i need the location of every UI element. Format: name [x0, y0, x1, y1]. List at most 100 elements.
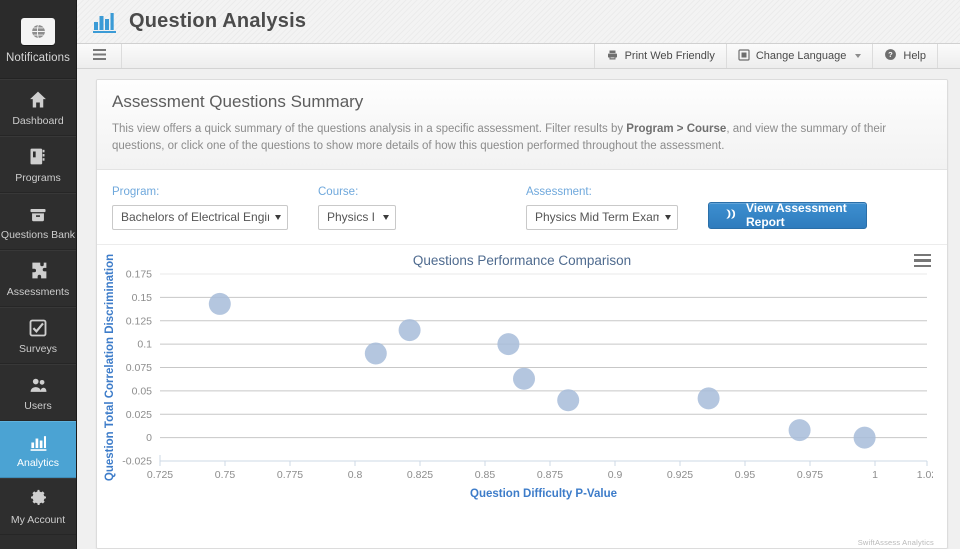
content-area: Assessment Questions Summary This view o… — [77, 69, 960, 549]
gear-icon — [28, 487, 49, 509]
chevron-down-icon — [275, 214, 281, 220]
filter-assessment: Assessment: Physics Mid Term Exam — [526, 186, 678, 230]
filter-course-label: Course: — [318, 185, 359, 198]
chevron-down-icon — [383, 214, 389, 220]
svg-text:0.125: 0.125 — [126, 315, 152, 327]
change-language-label: Change Language — [755, 50, 847, 62]
svg-text:1: 1 — [872, 469, 878, 481]
page-title: Question Analysis — [129, 10, 307, 32]
svg-text:-0.025: -0.025 — [122, 455, 152, 467]
svg-text:Question Total Correlation Dis: Question Total Correlation Discriminatio… — [104, 253, 116, 480]
bar-chart-icon — [28, 430, 49, 452]
assessment-select-value: Physics Mid Term Exam — [535, 210, 659, 224]
svg-text:1.02: 1.02 — [917, 469, 933, 481]
chart-panel: Questions Performance Comparison -0.025 0… — [97, 244, 947, 548]
checkbox-icon — [28, 316, 48, 338]
toolbar-spacer — [122, 44, 595, 68]
filter-program: Program: Bachelors of Electrical Engine — [112, 186, 288, 230]
app-header: Question Analysis — [77, 0, 960, 44]
globe-icon[interactable] — [21, 18, 55, 45]
sidebar-item-label: Surveys — [19, 343, 57, 355]
course-select[interactable]: Physics I — [318, 204, 396, 230]
print-web-friendly-label: Print Web Friendly — [624, 50, 715, 62]
sidebar: Notifications Dashboard Programs Questio… — [0, 0, 77, 549]
card-description: This view offers a quick summary of the … — [112, 121, 932, 156]
svg-text:0.825: 0.825 — [407, 469, 433, 481]
card-description-part1: This view offers a quick summary of the … — [112, 123, 627, 135]
svg-text:0.85: 0.85 — [475, 469, 496, 481]
sidebar-item-label: Users — [24, 400, 52, 412]
home-icon — [27, 88, 49, 110]
filter-course: Course: Physics I — [318, 186, 396, 230]
sidebar-item-label: Analytics — [16, 457, 59, 469]
course-select-value: Physics I — [327, 210, 376, 224]
svg-text:0.925: 0.925 — [667, 469, 693, 481]
question-circle-icon: ? — [884, 48, 897, 64]
chevron-down-icon — [855, 54, 862, 58]
svg-text:?: ? — [889, 50, 894, 59]
sidebar-item-label: Dashboard — [12, 115, 64, 127]
toolbar-end — [938, 44, 960, 68]
svg-text:0.1: 0.1 — [137, 338, 152, 350]
sidebar-item-dashboard[interactable]: Dashboard — [0, 79, 76, 136]
help-button[interactable]: ? Help — [873, 44, 938, 68]
change-language-button[interactable]: Change Language — [727, 44, 874, 68]
sidebar-item-surveys[interactable]: Surveys — [0, 307, 76, 364]
app-root: Notifications Dashboard Programs Questio… — [0, 0, 960, 549]
svg-text:0.95: 0.95 — [735, 469, 756, 481]
filter-program-label: Program: — [112, 185, 160, 198]
sidebar-notifications-label: Notifications — [6, 52, 70, 64]
view-assessment-report-button[interactable]: View Assessment Report — [708, 201, 867, 229]
users-icon — [27, 373, 50, 395]
svg-text:0.075: 0.075 — [126, 362, 152, 374]
sidebar-item-label: Questions Bank — [0, 229, 76, 241]
svg-text:0.975: 0.975 — [797, 469, 823, 481]
svg-text:0.875: 0.875 — [537, 469, 563, 481]
svg-text:0.15: 0.15 — [132, 291, 153, 303]
svg-text:0.8: 0.8 — [348, 469, 363, 481]
main-area: Question Analysis Print Web Friendly Cha… — [77, 0, 960, 549]
svg-text:0.75: 0.75 — [215, 469, 236, 481]
sidebar-item-programs[interactable]: Programs — [0, 136, 76, 193]
toolbar-menu-button[interactable] — [77, 44, 122, 68]
book-icon — [28, 145, 48, 167]
svg-text:Question Difficulty P-Value: Question Difficulty P-Value — [470, 488, 617, 500]
archive-icon — [27, 202, 49, 224]
program-select[interactable]: Bachelors of Electrical Engine — [112, 204, 288, 230]
sidebar-item-label: Programs — [15, 172, 61, 184]
scatter-chart[interactable]: -0.025 0 0.025 0.05 0.075 0.1 0.125 0.15 0.175 0.… — [97, 245, 933, 511]
bar-chart-icon — [93, 11, 119, 33]
report-icon — [724, 207, 738, 224]
sidebar-item-assessments[interactable]: Assessments — [0, 250, 76, 307]
assessment-select[interactable]: Physics Mid Term Exam — [526, 204, 678, 230]
filter-assessment-label: Assessment: — [526, 185, 592, 198]
view-assessment-report-label: View Assessment Report — [746, 201, 847, 229]
card-header: Assessment Questions Summary This view o… — [97, 80, 947, 170]
assessment-summary-card: Assessment Questions Summary This view o… — [96, 79, 948, 549]
svg-text:0.775: 0.775 — [277, 469, 303, 481]
chevron-down-icon — [665, 214, 671, 220]
sidebar-notifications[interactable]: Notifications — [0, 0, 76, 79]
sidebar-item-users[interactable]: Users — [0, 364, 76, 421]
printer-icon — [606, 49, 619, 64]
card-description-bold: Program > Course — [626, 123, 727, 135]
card-title: Assessment Questions Summary — [112, 92, 364, 111]
sidebar-item-questions-bank[interactable]: Questions Bank — [0, 193, 76, 250]
toolbar: Print Web Friendly Change Language ? Hel… — [77, 44, 960, 69]
svg-text:0.175: 0.175 — [126, 268, 152, 280]
help-label: Help — [903, 50, 926, 62]
svg-text:0.725: 0.725 — [147, 469, 173, 481]
svg-text:0.05: 0.05 — [132, 385, 153, 397]
sidebar-item-my-account[interactable]: My Account — [0, 478, 76, 535]
print-web-friendly-button[interactable]: Print Web Friendly — [595, 44, 727, 68]
sidebar-item-label: Assessments — [6, 286, 70, 298]
sidebar-item-analytics[interactable]: Analytics — [0, 421, 76, 478]
hamburger-icon — [92, 49, 106, 63]
svg-text:0: 0 — [146, 432, 152, 444]
sidebar-item-label: My Account — [10, 514, 66, 526]
puzzle-icon — [28, 259, 49, 281]
svg-text:0.025: 0.025 — [126, 408, 152, 420]
svg-text:0.9: 0.9 — [608, 469, 623, 481]
filters-bar: Program: Bachelors of Electrical Engine … — [97, 169, 947, 245]
window-icon — [738, 48, 750, 64]
